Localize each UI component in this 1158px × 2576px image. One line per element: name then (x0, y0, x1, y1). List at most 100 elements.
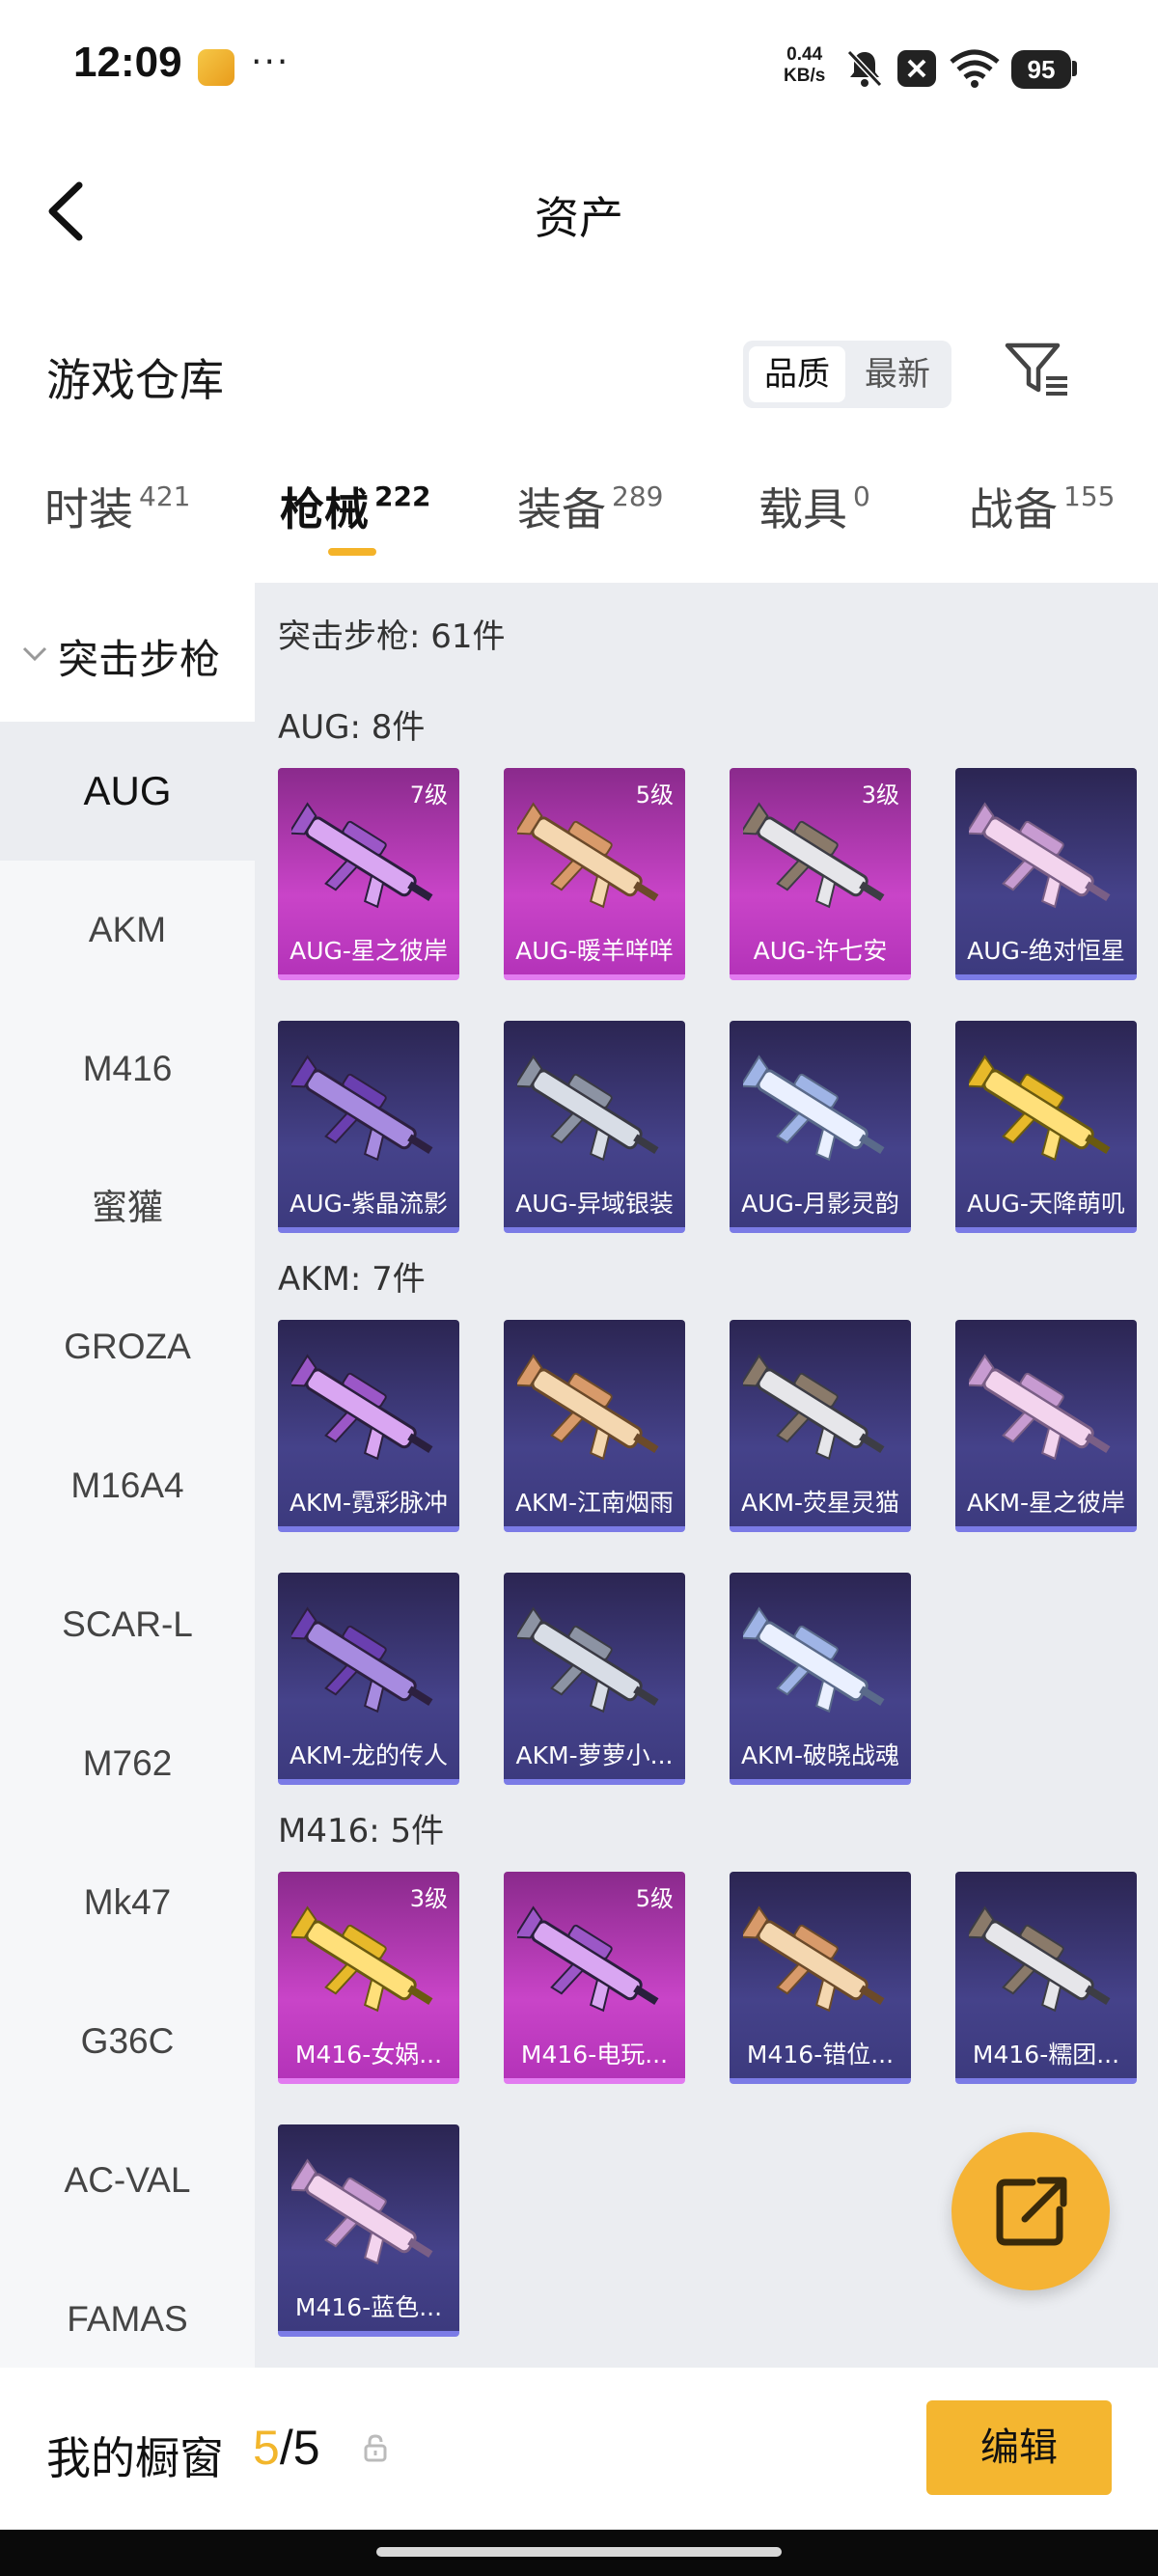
tab-guns[interactable]: 枪械 222 (280, 475, 430, 538)
card-name: AUG-紫晶流影 (290, 1190, 448, 1218)
card-name: AKM-星之彼岸 (966, 1489, 1126, 1517)
wifi-icon (948, 48, 1002, 93)
sidebar-item-10[interactable]: AC-VAL (0, 2111, 255, 2250)
weapon-image-icon (969, 1055, 1111, 1162)
weapon-image-icon (291, 802, 433, 909)
weapon-image-icon (969, 1905, 1111, 2013)
showcase-count: 5/5 (253, 2420, 320, 2476)
weapon-image-icon (743, 1354, 885, 1461)
sidebar-item-8[interactable]: Mk47 (0, 1833, 255, 1972)
weapon-skin-card[interactable]: M416-糯团... (955, 1872, 1137, 2084)
group-heading: M416: 5件 (278, 1812, 445, 1850)
weapon-skin-card[interactable]: 7级 AUG-星之彼岸 (278, 768, 459, 980)
weapon-skin-card[interactable]: AKM-龙的传人 (278, 1573, 459, 1785)
weapon-skin-card[interactable]: 5级 AUG-暖羊咩咩 (504, 768, 685, 980)
weapon-skin-card[interactable]: 3级 M416-女娲... (278, 1872, 459, 2084)
card-name: AUG-暖羊咩咩 (515, 937, 674, 965)
weapon-image-icon (517, 802, 659, 909)
card-name: M416-糯团... (972, 2041, 1120, 2069)
weapon-skin-card[interactable]: AKM-破晓战魂 (730, 1573, 911, 1785)
showcase-total: /5 (279, 2421, 320, 2475)
sort-quality-option[interactable]: 品质 (749, 346, 845, 402)
card-name: M416-女娲... (294, 2041, 443, 2069)
sort-newest-option[interactable]: 最新 (849, 346, 946, 402)
tab-gear[interactable]: 战备 155 (969, 475, 1115, 538)
battery-level: 95 (1011, 50, 1071, 89)
weapon-skin-card[interactable]: M416-蓝色... (278, 2124, 459, 2337)
tab-vehicles[interactable]: 载具 0 (758, 475, 870, 538)
sidebar-item-4[interactable]: GROZA (0, 1277, 255, 1416)
category-heading: 突击步枪: 61件 (278, 617, 506, 656)
sidebar-item-5[interactable]: M16A4 (0, 1416, 255, 1555)
tab-equipment[interactable]: 装备 289 (517, 475, 663, 538)
weapon-image-icon (743, 802, 885, 909)
home-indicator[interactable] (376, 2547, 782, 2557)
warehouse-title: 游戏仓库 (46, 354, 224, 406)
card-name: AKM-江南烟雨 (514, 1489, 675, 1517)
sidebar-item-3[interactable]: 蜜獾 (0, 1138, 255, 1277)
card-name: AUG-天降萌叽 (967, 1190, 1125, 1218)
sidebar-item-9[interactable]: G36C (0, 1972, 255, 2111)
sidebar-category-label: 突击步枪 (58, 636, 221, 683)
more-notifications-icon: ··· (251, 42, 290, 82)
card-name: AKM-破晓战魂 (740, 1741, 900, 1769)
weapon-skin-card[interactable]: AKM-霓彩脉冲 (278, 1320, 459, 1532)
weapon-image-icon (517, 1354, 659, 1461)
weapon-image-icon (517, 1055, 659, 1162)
tab-count: 155 (1063, 480, 1116, 512)
share-external-icon (996, 2177, 1067, 2246)
weapon-skin-card[interactable]: AUG-天降萌叽 (955, 1021, 1137, 1233)
card-name: AKM-荧星灵猫 (740, 1489, 900, 1517)
edit-button[interactable]: 编辑 (926, 2400, 1112, 2495)
card-level: 3级 (861, 781, 899, 808)
weapon-skin-card[interactable]: 3级 AUG-许七安 (730, 768, 911, 980)
weapon-image-icon (291, 1354, 433, 1461)
weapon-image-icon (291, 1905, 433, 2013)
card-name: AKM-龙的传人 (289, 1741, 449, 1769)
card-name: AKM-霓彩脉冲 (289, 1489, 449, 1517)
weapon-skin-card[interactable]: AKM-萝萝小... (504, 1573, 685, 1785)
weapon-image-icon (517, 1606, 659, 1713)
tab-label: 枪械 (280, 483, 369, 535)
weapon-image-icon (969, 1354, 1111, 1461)
tab-count: 289 (612, 480, 664, 512)
filter-icon[interactable] (1004, 342, 1073, 399)
sidebar-item-1[interactable]: AKM (0, 861, 255, 1000)
tab-fashion[interactable]: 时装 421 (44, 475, 190, 538)
weapon-skin-card[interactable]: AKM-星之彼岸 (955, 1320, 1137, 1532)
card-name: AUG-许七安 (753, 937, 888, 965)
weapon-skin-card[interactable]: 5级 M416-电玩... (504, 1872, 685, 2084)
sidebar-item-0[interactable]: AUG (0, 722, 255, 861)
weapon-skin-card[interactable]: AUG-紫晶流影 (278, 1021, 459, 1233)
tab-count: 222 (374, 480, 431, 512)
weapon-skin-card[interactable]: M416-错位... (730, 1872, 911, 2084)
weapon-skin-card[interactable]: AUG-绝对恒星 (955, 768, 1137, 980)
card-name: AKM-萝萝小... (515, 1741, 674, 1769)
page-title: 资产 (535, 192, 623, 244)
card-level: 7级 (409, 781, 448, 808)
weapon-skin-card[interactable]: AKM-荧星灵猫 (730, 1320, 911, 1532)
lock-icon (363, 2433, 388, 2466)
sidebar-item-7[interactable]: M762 (0, 1694, 255, 1833)
sidebar-item-2[interactable]: M416 (0, 1000, 255, 1138)
group-heading: AUG: 8件 (278, 708, 426, 747)
showcase-used: 5 (253, 2421, 280, 2475)
chevron-down-icon (21, 644, 48, 668)
sidebar-item-6[interactable]: SCAR-L (0, 1555, 255, 1694)
weapon-image-icon (743, 1055, 885, 1162)
card-level: 3级 (409, 1885, 448, 1912)
tab-label: 装备 (517, 483, 606, 535)
net-speed-unit: KB/s (784, 66, 826, 86)
weapon-skin-card[interactable]: AUG-月影灵韵 (730, 1021, 911, 1233)
weapon-skin-card[interactable]: AUG-异域银装 (504, 1021, 685, 1233)
mute-bell-icon (845, 48, 884, 93)
weapon-skin-card[interactable]: AKM-江南烟雨 (504, 1320, 685, 1532)
weapon-image-icon (291, 1055, 433, 1162)
card-name: AUG-绝对恒星 (967, 937, 1125, 965)
card-level: 5级 (635, 1885, 674, 1912)
tab-count: 0 (853, 480, 870, 512)
share-button[interactable] (951, 2132, 1110, 2290)
tab-label: 载具 (758, 483, 847, 535)
card-level: 5级 (635, 781, 674, 808)
weapon-image-icon (743, 1905, 885, 2013)
